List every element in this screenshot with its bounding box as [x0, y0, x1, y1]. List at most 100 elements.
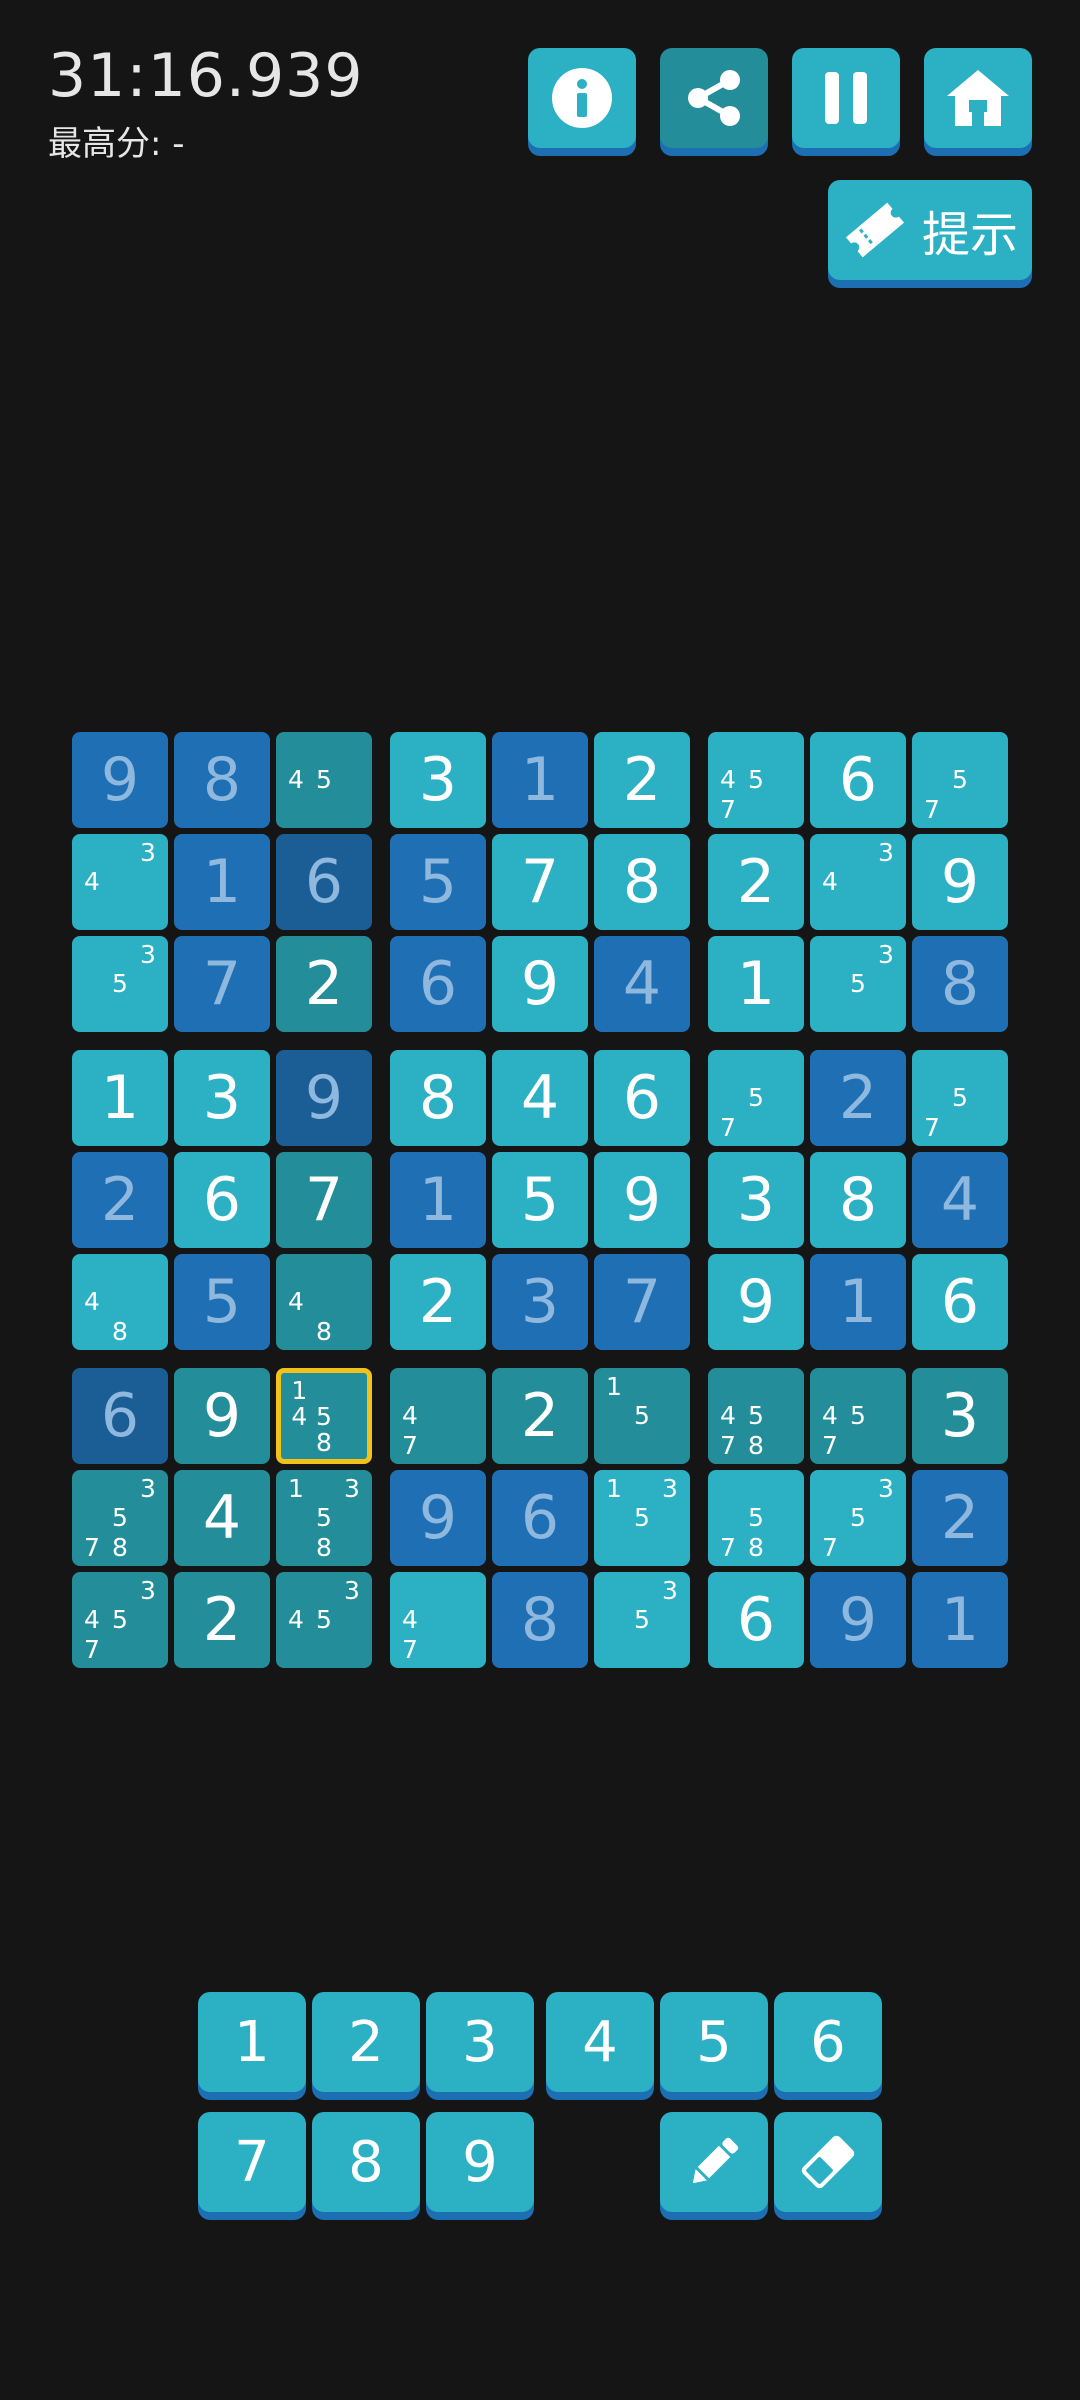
board-cell[interactable]: 3 — [492, 1254, 588, 1350]
board-cell[interactable]: 1 35 — [594, 1470, 690, 1566]
board-cell[interactable]: 3 45 — [276, 1572, 372, 1668]
board-cell[interactable]: 2 — [708, 834, 804, 930]
board-cell[interactable]: 1 358 — [276, 1470, 372, 1566]
board-cell[interactable]: 34 — [810, 834, 906, 930]
board-cell[interactable]: 8 — [594, 834, 690, 930]
board-cell[interactable]: 2 — [276, 936, 372, 1032]
board-cell[interactable]: 2 — [594, 732, 690, 828]
board-cell[interactable]: 357 — [810, 1470, 906, 1566]
board-cell[interactable]: 4 — [912, 1152, 1008, 1248]
board-cell[interactable]: 5 — [390, 834, 486, 930]
board-cell[interactable]: 45 — [276, 732, 372, 828]
home-button[interactable] — [924, 48, 1032, 148]
number-button-3[interactable]: 3 — [426, 1992, 534, 2092]
board-cell[interactable]: 2 — [492, 1368, 588, 1464]
pencil-mark — [338, 736, 366, 765]
board-cell[interactable]: 9 — [390, 1470, 486, 1566]
board-cell[interactable]: 6 — [276, 834, 372, 930]
board-cell[interactable]: 3578 — [72, 1470, 168, 1566]
board-cell[interactable]: 1 — [174, 834, 270, 930]
board-cell[interactable]: 1 — [390, 1152, 486, 1248]
board-cell[interactable]: 6 — [594, 1050, 690, 1146]
board-cell[interactable]: 6 — [174, 1152, 270, 1248]
board-cell[interactable]: 5 — [174, 1254, 270, 1350]
board-cell[interactable]: 3 — [912, 1368, 1008, 1464]
board-cell[interactable]: 9 — [72, 732, 168, 828]
board-cell[interactable]: 4 — [174, 1470, 270, 1566]
board-cell[interactable]: 7 — [594, 1254, 690, 1350]
board-cell[interactable]: 7 — [276, 1152, 372, 1248]
board-cell[interactable]: 457 — [708, 732, 804, 828]
board-cell[interactable]: 3 — [174, 1050, 270, 1146]
board-cell[interactable]: 6 — [810, 732, 906, 828]
board-cell[interactable]: 9 — [912, 834, 1008, 930]
board-cell[interactable]: 7 — [174, 936, 270, 1032]
board-cell[interactable]: 1 — [72, 1050, 168, 1146]
pencil-button[interactable] — [660, 2112, 768, 2212]
board-cell[interactable]: 4578 — [708, 1368, 804, 1464]
number-button-5[interactable]: 5 — [660, 1992, 768, 2092]
board-cell[interactable]: 47 — [390, 1368, 486, 1464]
board-cell[interactable]: 2 — [174, 1572, 270, 1668]
eraser-button[interactable] — [774, 2112, 882, 2212]
board-cell[interactable]: 3 — [708, 1152, 804, 1248]
board-cell[interactable]: 4 — [594, 936, 690, 1032]
board-cell[interactable]: 9 — [174, 1368, 270, 1464]
board-cell[interactable]: 5 — [492, 1152, 588, 1248]
board-cell[interactable]: 57 — [708, 1050, 804, 1146]
board-cell[interactable]: 9 — [276, 1050, 372, 1146]
number-button-4[interactable]: 4 — [546, 1992, 654, 2092]
board-cell[interactable]: 6 — [492, 1470, 588, 1566]
board-cell[interactable]: 57 — [912, 732, 1008, 828]
board-cell[interactable]: 8 — [492, 1572, 588, 1668]
board-cell[interactable]: 2 — [72, 1152, 168, 1248]
board-cell[interactable]: 1 — [492, 732, 588, 828]
board-cell[interactable]: 9 — [492, 936, 588, 1032]
number-button-8[interactable]: 8 — [312, 2112, 420, 2212]
cell-value: 1 — [940, 1585, 980, 1655]
board-cell[interactable]: 9 — [594, 1152, 690, 1248]
board-cell[interactable]: 57 — [912, 1050, 1008, 1146]
pause-button[interactable] — [792, 48, 900, 148]
board-cell[interactable]: 35 — [72, 936, 168, 1032]
board-cell[interactable]: 8 — [174, 732, 270, 828]
board-cell[interactable]: 578 — [708, 1470, 804, 1566]
info-button[interactable] — [528, 48, 636, 148]
board-cell[interactable]: 3 457 — [72, 1572, 168, 1668]
share-button[interactable] — [660, 48, 768, 148]
board-cell[interactable]: 34 — [72, 834, 168, 930]
board-cell[interactable]: 4 — [492, 1050, 588, 1146]
board-cell[interactable]: 15 — [594, 1368, 690, 1464]
board-cell[interactable]: 6 — [708, 1572, 804, 1668]
hint-button[interactable]: 提示 — [828, 180, 1032, 280]
board-cell[interactable]: 1 — [810, 1254, 906, 1350]
pencil-mark: 5 — [316, 765, 332, 795]
board-cell[interactable]: 3 — [390, 732, 486, 828]
board-cell[interactable]: 9 — [708, 1254, 804, 1350]
board-cell[interactable]: 6 — [72, 1368, 168, 1464]
board-cell[interactable]: 35 — [594, 1572, 690, 1668]
board-cell[interactable]: 9 — [810, 1572, 906, 1668]
board-cell[interactable]: 47 — [390, 1572, 486, 1668]
board-cell[interactable]: 8 — [912, 936, 1008, 1032]
board-cell[interactable]: 48 — [276, 1254, 372, 1350]
board-cell[interactable]: 2 — [810, 1050, 906, 1146]
board-cell[interactable]: 457 — [810, 1368, 906, 1464]
board-cell[interactable]: 1 — [708, 936, 804, 1032]
board-cell[interactable]: 2 — [912, 1470, 1008, 1566]
board-cell[interactable]: 1 — [912, 1572, 1008, 1668]
board-cell[interactable]: 1458 — [276, 1368, 372, 1464]
board-cell[interactable]: 35 — [810, 936, 906, 1032]
board-cell[interactable]: 6 — [912, 1254, 1008, 1350]
board-cell[interactable]: 8 — [810, 1152, 906, 1248]
board-cell[interactable]: 8 — [390, 1050, 486, 1146]
board-cell[interactable]: 6 — [390, 936, 486, 1032]
board-cell[interactable]: 7 — [492, 834, 588, 930]
board-cell[interactable]: 2 — [390, 1254, 486, 1350]
number-button-7[interactable]: 7 — [198, 2112, 306, 2212]
number-button-2[interactable]: 2 — [312, 1992, 420, 2092]
number-button-9[interactable]: 9 — [426, 2112, 534, 2212]
number-button-6[interactable]: 6 — [774, 1992, 882, 2092]
board-cell[interactable]: 48 — [72, 1254, 168, 1350]
number-button-1[interactable]: 1 — [198, 1992, 306, 2092]
